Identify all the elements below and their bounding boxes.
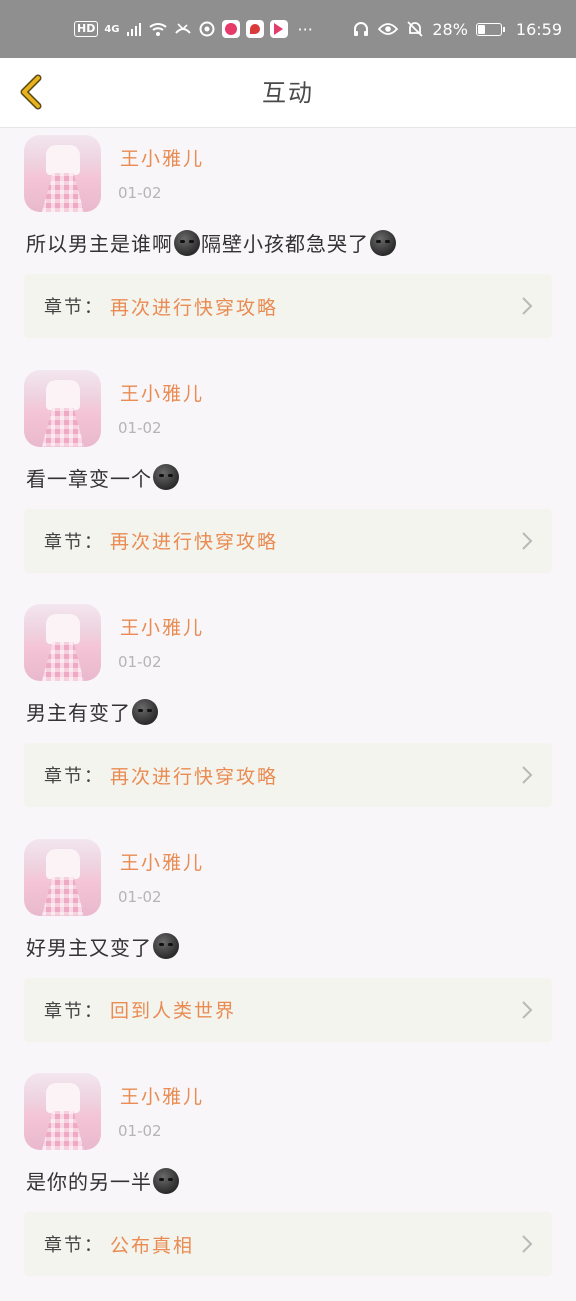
username[interactable]: 王小雅儿: [120, 848, 204, 875]
smirk-emoji-icon: [370, 229, 396, 256]
headphones-icon: [354, 22, 369, 36]
status-bar: HD 4G ··· 28% 16:59: [0, 0, 576, 58]
chapter-label: 章节：: [44, 297, 104, 318]
comment-date: 01-02: [118, 1122, 162, 1140]
more-notifications: ···: [297, 19, 313, 39]
chevron-right-icon: [522, 531, 533, 550]
comment-text: 好男主又变了: [26, 932, 180, 961]
username[interactable]: 王小雅儿: [120, 379, 204, 406]
comment-text-part: 看一章变一个: [26, 466, 152, 491]
comment-list: 王小雅儿 01-02 所以男主是谁啊 隔壁小孩都急哭了 章节： 再次进行快穿攻略…: [0, 128, 576, 1301]
chapter-name: 再次进行快穿攻略: [110, 296, 279, 319]
username[interactable]: 王小雅儿: [120, 1082, 204, 1109]
network-type: 4G: [104, 23, 120, 35]
comment-item: 王小雅儿 01-02 是你的另一半 章节： 公布真相: [0, 1066, 576, 1301]
battery-percent: 28%: [432, 19, 468, 39]
hd-indicator: HD: [74, 21, 99, 37]
username[interactable]: 王小雅儿: [120, 613, 204, 640]
clock: 16:59: [515, 19, 562, 39]
comment-text-part: 隔壁小孩都急哭了: [201, 232, 369, 256]
comment-text: 看一章变一个: [26, 463, 180, 492]
comment-text: 所以男主是谁啊 隔壁小孩都急哭了: [26, 228, 397, 257]
comment-text: 是你的另一半: [26, 1166, 180, 1195]
comment-date: 01-02: [118, 653, 162, 671]
status-left: HD 4G ···: [74, 0, 313, 58]
sync-icon: [199, 21, 215, 37]
smirk-emoji-icon: [174, 229, 200, 256]
comment-text-part: 所以男主是谁啊: [26, 232, 173, 256]
chapter-link[interactable]: 章节： 再次进行快穿攻略: [24, 508, 552, 573]
comment-item: 王小雅儿 01-02 好男主又变了 章节： 回到人类世界: [0, 832, 576, 1067]
avatar[interactable]: [24, 369, 101, 447]
comment-item: 王小雅儿 01-02 男主有变了 章节： 再次进行快穿攻略: [0, 597, 576, 832]
avatar[interactable]: [24, 1073, 101, 1150]
avatar[interactable]: [24, 604, 101, 681]
page-title: 互动: [262, 79, 314, 107]
chevron-right-icon: [522, 1235, 533, 1253]
chapter-label: 章节：: [44, 531, 104, 553]
chapter-name: 再次进行快穿攻略: [110, 531, 279, 553]
missed-call-icon: [174, 23, 191, 34]
app-notification-icon: [221, 20, 240, 38]
chevron-right-icon: [522, 766, 533, 784]
chapter-label: 章节：: [44, 1000, 104, 1022]
comment-date: 01-02: [118, 418, 162, 437]
chapter-name: 再次进行快穿攻略: [110, 765, 279, 788]
video-app-icon: [269, 20, 288, 38]
map-app-icon: [245, 20, 264, 38]
nav-bar: 互动: [0, 58, 576, 128]
chapter-name: 回到人类世界: [110, 1000, 237, 1022]
battery-level: [477, 24, 485, 34]
smirk-emoji-icon: [153, 464, 179, 490]
avatar[interactable]: [24, 838, 101, 916]
wifi-icon: [148, 23, 167, 36]
comment-date: 01-02: [118, 184, 162, 202]
chapter-label: 章节：: [44, 1235, 104, 1256]
comment-text: 男主有变了: [26, 697, 159, 726]
status-right: 28% 16:59: [352, 0, 562, 58]
chapter-label: 章节：: [44, 766, 104, 787]
smirk-emoji-icon: [153, 1167, 179, 1194]
comment-text-part: 好男主又变了: [26, 935, 152, 960]
chevron-right-icon: [522, 1000, 533, 1019]
avatar[interactable]: [24, 135, 101, 212]
chapter-link[interactable]: 章节： 公布真相: [24, 1212, 552, 1276]
smirk-emoji-icon: [132, 698, 158, 725]
chevron-right-icon: [522, 297, 533, 315]
signal-icon: [126, 23, 141, 36]
chapter-link[interactable]: 章节： 再次进行快穿攻略: [24, 743, 552, 807]
smirk-emoji-icon: [153, 933, 179, 959]
comment-item: 王小雅儿 01-02 所以男主是谁啊 隔壁小孩都急哭了 章节： 再次进行快穿攻略: [0, 128, 576, 363]
comment-date: 01-02: [118, 887, 162, 906]
comment-item: 王小雅儿 01-02 看一章变一个 章节： 再次进行快穿攻略: [0, 363, 576, 598]
comment-text-part: 男主有变了: [26, 701, 131, 725]
username[interactable]: 王小雅儿: [120, 144, 204, 171]
comment-text-part: 是你的另一半: [26, 1170, 152, 1194]
eye-icon: [378, 23, 399, 35]
battery-icon: [475, 22, 505, 36]
chapter-link[interactable]: 章节： 再次进行快穿攻略: [24, 274, 552, 338]
chapter-link[interactable]: 章节： 回到人类世界: [24, 977, 552, 1042]
chapter-name: 公布真相: [110, 1234, 195, 1257]
bell-muted-icon: [407, 21, 423, 37]
